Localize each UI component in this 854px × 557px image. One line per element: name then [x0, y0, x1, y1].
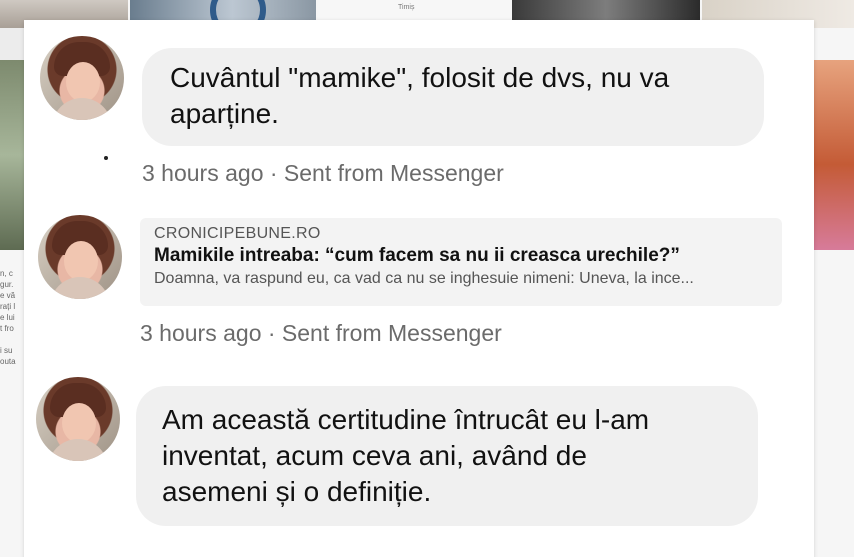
background-text-line: n, c [0, 269, 13, 278]
message-text-line: asemeni și o definiție. [162, 476, 432, 507]
link-preview-card[interactable]: CRONICIPEBUNE.RO Mamikile intreaba: “cum… [140, 218, 782, 306]
link-domain: CRONICIPEBUNE.RO [154, 225, 321, 242]
message-bubble[interactable]: Am această certitudine întrucât eu l-am … [136, 386, 758, 526]
link-description: Doamna, va raspund eu, ca vad ca nu se i… [154, 270, 694, 287]
screenshot-stage: Timiș n, c gur. e vă rați l e lui t fro … [0, 0, 854, 557]
background-text-line: e lui [0, 313, 15, 322]
background-photo-tile [0, 28, 26, 60]
message-bubble[interactable]: Cuvântul "mamike", folosit de dvs, nu va… [142, 48, 764, 146]
message-text-line: aparține. [170, 98, 279, 129]
background-text-line: i su [0, 346, 13, 355]
link-title[interactable]: Mamikile intreaba: “cum facem sa nu ii c… [154, 244, 768, 268]
message-text-line: Cuvântul "mamike", folosit de dvs, nu va [170, 62, 670, 93]
background-text-line: t fro [0, 324, 14, 333]
message-meta: 3 hours ago · Sent from Messenger [142, 160, 504, 186]
sender-avatar[interactable] [38, 215, 122, 299]
message-meta: 3 hours ago · Sent from Messenger [140, 320, 502, 346]
background-photo-tile [0, 60, 26, 250]
message-text-line: inventat, acum ceva ani, având de [162, 440, 587, 471]
background-text-line: gur. [0, 280, 14, 289]
background-left-text: n, c gur. e vă rați l e lui t fro i su o… [0, 268, 24, 367]
conversation-card: Cuvântul "mamike", folosit de dvs, nu va… [24, 20, 814, 557]
sender-avatar[interactable] [36, 377, 120, 461]
background-text-line: rați l [0, 302, 16, 311]
message-text-line: Am această certitudine întrucât eu l-am [162, 404, 650, 435]
background-photo-tile [808, 60, 854, 250]
background-text-line [0, 334, 24, 345]
sender-avatar[interactable] [40, 36, 124, 120]
status-dot [104, 156, 108, 160]
background-snippet-text: Timiș [398, 4, 415, 11]
background-text-line: outa [0, 357, 16, 366]
background-text-line: e vă [0, 291, 16, 300]
